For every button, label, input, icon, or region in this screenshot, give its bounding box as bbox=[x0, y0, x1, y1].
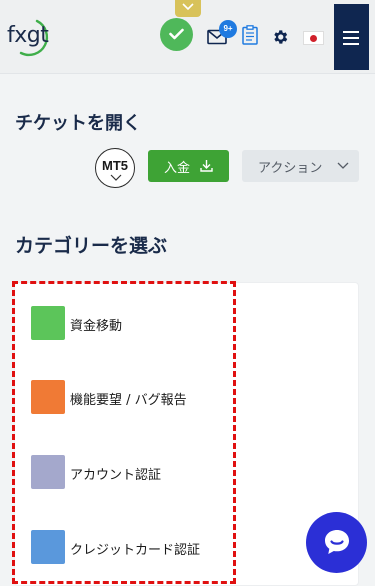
logo-text: fxgt bbox=[7, 23, 49, 48]
deposit-label: 入金 bbox=[164, 161, 191, 176]
category-label: アカウント認証 bbox=[70, 468, 162, 483]
chevron-down-icon bbox=[337, 162, 349, 169]
hamburger-menu-icon bbox=[343, 31, 359, 33]
mail-badge: 9+ bbox=[219, 20, 237, 38]
download-icon bbox=[200, 160, 213, 172]
category-item-account-verification[interactable]: アカウント認証 bbox=[31, 455, 226, 489]
gear-icon[interactable] bbox=[271, 28, 289, 46]
category-swatch bbox=[31, 455, 65, 489]
chevron-down-icon bbox=[182, 3, 194, 11]
category-swatch bbox=[31, 380, 65, 414]
category-item-feature-bug[interactable]: 機能要望 / バグ報告 bbox=[31, 380, 226, 414]
action-dropdown[interactable]: アクション bbox=[242, 150, 359, 182]
check-icon bbox=[169, 28, 184, 40]
platform-label: MT5 bbox=[102, 158, 128, 173]
category-item-credit-card-verification[interactable]: クレジットカード認証 bbox=[31, 530, 226, 564]
collapse-tab[interactable] bbox=[175, 0, 201, 17]
app-header: fxgt 9+ bbox=[0, 0, 375, 74]
open-ticket-title: チケットを開く bbox=[15, 113, 141, 133]
category-label: クレジットカード認証 bbox=[70, 543, 201, 558]
category-label: 資金移動 bbox=[70, 319, 123, 334]
category-item-fund-transfer[interactable]: 資金移動 bbox=[31, 306, 226, 340]
platform-selector[interactable]: MT5 bbox=[95, 148, 135, 188]
deposit-button[interactable]: 入金 bbox=[148, 150, 229, 182]
verified-status-button[interactable] bbox=[160, 18, 193, 51]
live-chat-button[interactable] bbox=[306, 512, 367, 573]
hamburger-menu-button[interactable] bbox=[334, 4, 369, 70]
chevron-down-icon bbox=[110, 174, 122, 181]
clipboard-icon[interactable] bbox=[242, 25, 258, 45]
category-label: 機能要望 / バグ報告 bbox=[70, 393, 187, 408]
action-label: アクション bbox=[258, 161, 323, 176]
japan-flag-icon[interactable] bbox=[303, 31, 324, 45]
fxgt-logo[interactable]: fxgt bbox=[7, 18, 59, 58]
chat-bubble-icon bbox=[325, 530, 349, 554]
category-title: カテゴリーを選ぶ bbox=[15, 236, 168, 257]
category-swatch bbox=[31, 306, 65, 340]
category-swatch bbox=[31, 530, 65, 564]
